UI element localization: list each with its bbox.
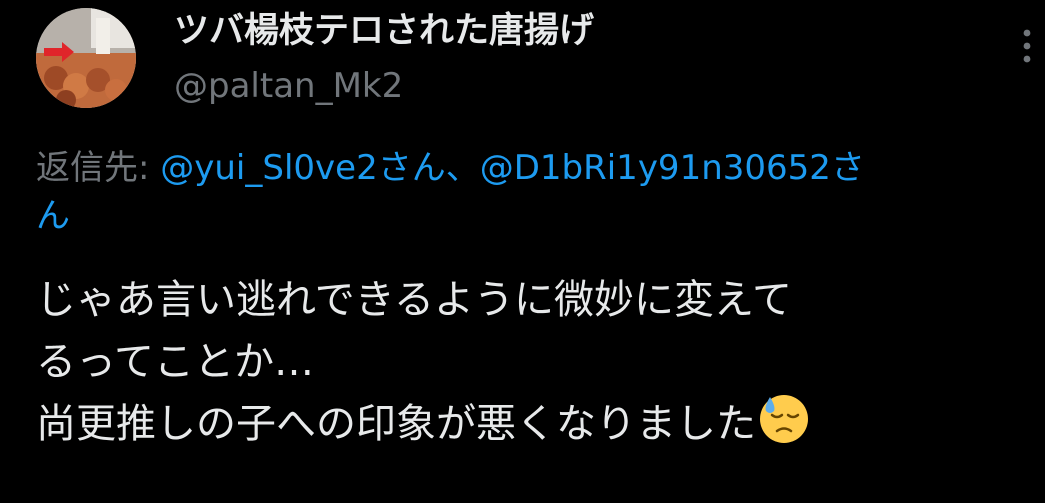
- mention-link[interactable]: @yui_Sl0ve2さん: [160, 148, 445, 188]
- reply-to-prefix: 返信先:: [36, 148, 161, 188]
- tweet-text-line: 尚更推しの子への印象が悪くなりました: [36, 401, 756, 447]
- downcast-face-with-sweat-emoji: [760, 395, 808, 443]
- author-display-name[interactable]: ツバ楊枝テロされた唐揚げ: [174, 8, 594, 54]
- tweet-text-line: るってことか…: [36, 339, 314, 385]
- avatar-image: [36, 8, 136, 108]
- mention-separator: 、: [445, 148, 480, 188]
- tweet-text-line-with-emoji: 尚更推しの子への印象が悪くなりました: [36, 393, 1036, 455]
- mention-link[interactable]: @D1bRi1y91n30652さ: [480, 148, 865, 188]
- more-vertical-icon: [1023, 29, 1031, 63]
- more-options-button[interactable]: [1012, 24, 1042, 68]
- tweet-text: じゃあ言い逃れできるように微妙に変えて るってことか… 尚更推しの子への印象が悪…: [36, 269, 1036, 455]
- tweet-text-line: じゃあ言い逃れできるように微妙に変えて: [36, 277, 792, 323]
- mention-link-continuation[interactable]: ん: [36, 196, 70, 236]
- reply-to-context: 返信先: @yui_Sl0ve2さん、@D1bRi1y91n30652さん: [36, 144, 1036, 240]
- avatar[interactable]: [36, 8, 136, 108]
- author-handle[interactable]: @paltan_Mk2: [174, 63, 403, 109]
- tweet: ツバ楊枝テロされた唐揚げ @paltan_Mk2 返信先: @yui_Sl0ve…: [0, 0, 1045, 503]
